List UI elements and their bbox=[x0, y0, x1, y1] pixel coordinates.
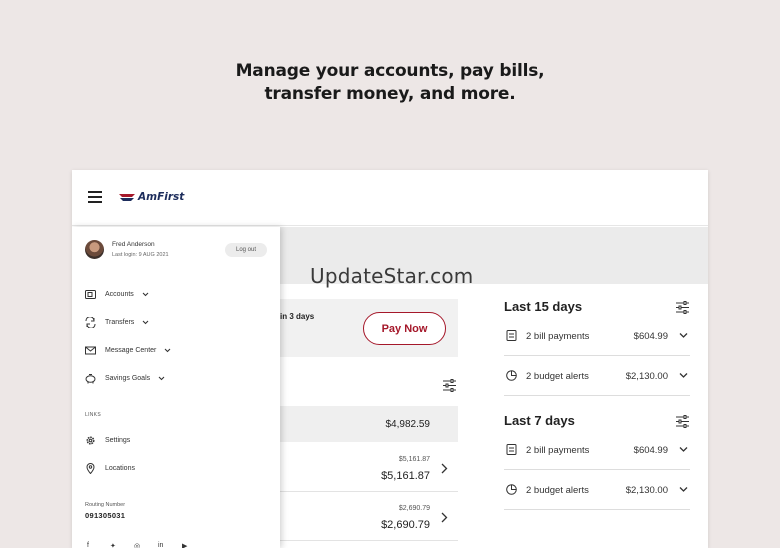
routing-number: 091305031 bbox=[85, 511, 126, 520]
account-balance: $2,690.79 bbox=[381, 519, 430, 531]
chevron-right-icon bbox=[441, 512, 448, 523]
chevron-down-icon bbox=[679, 333, 688, 338]
bill-due-card: in 3 days Pay Now bbox=[280, 299, 458, 357]
pie-chart-icon bbox=[506, 370, 517, 381]
row-value: $2,130.00 bbox=[625, 485, 668, 496]
routing-label: Routing Number bbox=[85, 502, 126, 508]
chevron-right-icon bbox=[441, 463, 448, 474]
avatar bbox=[85, 240, 104, 259]
nav-item-transfers[interactable]: Transfers bbox=[85, 314, 149, 330]
twitter-icon[interactable]: ✦ bbox=[110, 542, 116, 548]
account-row[interactable]: $2,690.79 $2,690.79 bbox=[280, 493, 458, 541]
account-row[interactable]: $5,161.87 $5,161.87 bbox=[280, 444, 458, 492]
pay-now-button[interactable]: Pay Now bbox=[363, 312, 446, 345]
logo-text: AmFirst bbox=[138, 191, 185, 203]
row-value: $2,130.00 bbox=[625, 371, 668, 382]
facebook-icon[interactable]: f bbox=[87, 542, 89, 548]
filter-icon[interactable] bbox=[443, 379, 456, 392]
bill-payments-row[interactable]: 2 bill payments $604.99 bbox=[504, 316, 690, 356]
nav-label: Accounts bbox=[105, 290, 134, 298]
headline-line-1: Manage your accounts, pay bills, bbox=[235, 61, 545, 81]
app-window: AmFirst in 3 days Pay Now $4,982.59 $5,1… bbox=[72, 170, 708, 548]
accounts-total-row[interactable]: $4,982.59 bbox=[280, 406, 458, 442]
pie-chart-icon bbox=[506, 484, 517, 495]
nav-item-settings[interactable]: Settings bbox=[85, 432, 130, 448]
receipt-icon bbox=[506, 444, 517, 455]
nav-item-savings-goals[interactable]: Savings Goals bbox=[85, 370, 165, 386]
row-label: 2 bill payments bbox=[526, 331, 590, 342]
mail-icon bbox=[85, 346, 96, 354]
logo-mark-icon bbox=[119, 194, 135, 201]
chevron-down-icon bbox=[142, 320, 149, 324]
chevron-down-icon bbox=[158, 376, 165, 380]
filter-icon[interactable] bbox=[676, 415, 689, 428]
gear-icon bbox=[86, 435, 95, 445]
wallet-icon bbox=[85, 289, 96, 299]
hamburger-menu-icon[interactable] bbox=[88, 191, 102, 203]
transfer-icon bbox=[85, 316, 96, 328]
bill-payments-row[interactable]: 2 bill payments $604.99 bbox=[504, 430, 690, 470]
navigation-drawer: Fred Anderson Last login: 9 AUG 2021 Log… bbox=[72, 227, 280, 548]
section-title: Last 15 days bbox=[504, 299, 583, 314]
chevron-down-icon bbox=[164, 348, 171, 352]
logo[interactable]: AmFirst bbox=[118, 191, 184, 203]
last-login: Last login: 9 AUG 2021 bbox=[112, 252, 169, 258]
nav-label: Transfers bbox=[105, 318, 135, 326]
budget-alerts-row[interactable]: 2 budget alerts $2,130.00 bbox=[504, 470, 690, 510]
chevron-down-icon bbox=[679, 487, 688, 492]
nav-label: Locations bbox=[105, 464, 135, 472]
location-pin-icon bbox=[86, 462, 95, 474]
logout-button[interactable]: Log out bbox=[225, 243, 267, 257]
row-value: $604.99 bbox=[633, 445, 668, 456]
piggy-bank-icon bbox=[85, 373, 96, 383]
nav-label: Settings bbox=[105, 436, 131, 444]
row-value: $604.99 bbox=[633, 331, 668, 342]
section-title: Last 7 days bbox=[504, 413, 575, 428]
account-balance: $5,161.87 bbox=[381, 470, 430, 482]
budget-alerts-row[interactable]: 2 budget alerts $2,130.00 bbox=[504, 356, 690, 396]
headline: Manage your accounts, pay bills, transfe… bbox=[0, 60, 780, 106]
chevron-down-icon bbox=[142, 292, 149, 296]
instagram-icon[interactable]: ◎ bbox=[134, 542, 140, 548]
filter-icon[interactable] bbox=[676, 301, 689, 314]
chevron-down-icon bbox=[679, 373, 688, 378]
account-available: $2,690.79 bbox=[398, 505, 430, 512]
nav-label: Message Center bbox=[105, 346, 157, 354]
headline-line-2: transfer money, and more. bbox=[264, 84, 516, 104]
nav-item-accounts[interactable]: Accounts bbox=[85, 286, 149, 302]
accounts-total: $4,982.59 bbox=[385, 419, 431, 430]
receipt-icon bbox=[506, 330, 517, 341]
links-label: LINKS bbox=[85, 412, 101, 418]
watermark: UpdateStar.com bbox=[310, 264, 474, 288]
due-text: in 3 days bbox=[280, 312, 315, 321]
linkedin-icon[interactable]: in bbox=[158, 542, 163, 548]
row-label: 2 budget alerts bbox=[526, 485, 589, 496]
row-label: 2 bill payments bbox=[526, 445, 590, 456]
account-available: $5,161.87 bbox=[398, 456, 430, 463]
nav-item-message-center[interactable]: Message Center bbox=[85, 342, 171, 358]
nav-label: Savings Goals bbox=[105, 374, 151, 382]
top-bar: AmFirst bbox=[72, 170, 708, 226]
nav-item-locations[interactable]: Locations bbox=[85, 460, 135, 476]
youtube-icon[interactable]: ▶ bbox=[182, 542, 187, 548]
chevron-down-icon bbox=[679, 447, 688, 452]
row-label: 2 budget alerts bbox=[526, 371, 589, 382]
user-name: Fred Anderson bbox=[112, 241, 155, 248]
